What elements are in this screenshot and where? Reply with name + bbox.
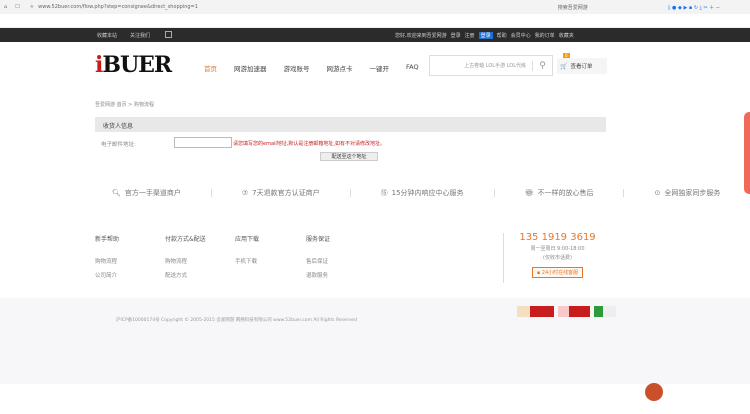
cart-badge: 0: [563, 53, 570, 58]
extension-icons[interactable]: ▯ ● ◆ ▶ ▪ ↻ ⤓ ✂ ＋ −: [668, 4, 720, 11]
copyright: 沪ICP备10000174号 Copyright © 2005-2015 吾爱网…: [116, 318, 357, 323]
logo[interactable]: iBUER: [95, 52, 172, 78]
divider: [503, 233, 504, 283]
service-hours: 周一至周日 9:00-18:00: [530, 246, 585, 252]
tab-strip: [0, 14, 750, 28]
submit-address-button[interactable]: 配送至这个地址: [320, 152, 378, 161]
fifteen-min-icon: ⑮: [380, 189, 388, 197]
favorites-link[interactable]: 收藏夹: [559, 32, 574, 39]
footer-link[interactable]: 手机下载: [235, 257, 306, 265]
orders-link[interactable]: 我的订单: [535, 32, 555, 39]
browser-search[interactable]: 搜索吾爱网游: [558, 4, 588, 11]
search-box[interactable]: 上古卷轴 LOL手游 LOL代练 ⚲: [429, 55, 553, 76]
bookmark-link[interactable]: 收藏本站: [97, 32, 117, 39]
cart-button[interactable]: 🛒 查看订单 0: [557, 53, 607, 74]
divider: [623, 189, 625, 197]
footer-column: 应用下载 手机下载: [235, 234, 306, 279]
contact-box: 135 1919 3619 周一至周日 9:00-18:00 (仅收市话费) ▪…: [510, 232, 605, 278]
online-chat-button[interactable]: ▪ 24小时在线客服: [531, 267, 584, 278]
address-bar[interactable]: www.52buer.com/flow.php?step=consignee&d…: [38, 4, 198, 10]
email-hint: 请您填写您的email地址,默认是注册邮箱地址,如有不对请修改地址。: [233, 141, 385, 147]
divider: [349, 189, 351, 197]
breadcrumb: 吾爱网游 首页 > 购物流程: [95, 102, 154, 108]
section-title: 收货人信息: [95, 117, 606, 132]
email-input[interactable]: [174, 137, 232, 148]
nav-faq[interactable]: FAQ: [406, 63, 419, 73]
feature-item: 🎁︎ 不一样的放心售后: [524, 189, 594, 197]
footer-column: 服务保证 售后保证 退款服务: [306, 234, 376, 279]
home-icon[interactable]: ⌂: [4, 4, 7, 10]
welcome-text: 您好,欢迎来到吾爱网游: [395, 33, 447, 39]
footer-link[interactable]: 购物流程: [165, 257, 235, 265]
feature-item: ⊙ 全网独家同步服务: [654, 189, 721, 197]
browser-toolbar: ⌂ ☐ ★ www.52buer.com/flow.php?step=consi…: [0, 0, 750, 14]
seven-day-icon: ⑦: [241, 189, 249, 197]
trust-badge-icon[interactable]: [558, 306, 590, 317]
feature-item: ⑮ 15分钟内响应中心服务: [380, 189, 464, 197]
divider: [210, 189, 212, 197]
nav-accelerator[interactable]: 网游加速器: [234, 63, 267, 73]
star-icon[interactable]: ★: [30, 4, 34, 10]
email-label: 电子邮件地址:: [101, 142, 136, 148]
tab-icon[interactable]: ☐: [15, 4, 19, 10]
search-input[interactable]: 上古卷轴 LOL手游 LOL代练: [430, 62, 532, 69]
search-icon: 🔍︎: [112, 189, 121, 197]
footer-link[interactable]: 售后保证: [306, 257, 376, 265]
qrcode-icon[interactable]: [165, 31, 172, 38]
nav-one-key[interactable]: 一键开: [370, 63, 390, 73]
footer-link[interactable]: 购物流程: [95, 257, 165, 265]
nav-accounts[interactable]: 游戏账号: [284, 63, 310, 73]
help-link[interactable]: 帮助: [497, 32, 507, 39]
location-icon: ⊙: [654, 189, 661, 197]
phone-number: 135 1919 3619: [519, 232, 596, 243]
gift-icon: 🎁︎: [524, 189, 534, 197]
nav-home[interactable]: 首页: [204, 63, 217, 73]
floating-sidebar[interactable]: [744, 112, 750, 194]
certification-badges: [517, 306, 616, 317]
view-orders-link[interactable]: 查看订单: [570, 62, 592, 70]
nav-cards[interactable]: 网游点卡: [327, 63, 353, 73]
footer-band: 沪ICP备10000174号 Copyright © 2005-2015 吾爱网…: [0, 298, 750, 384]
search-icon[interactable]: ⚲: [532, 60, 552, 71]
trust-badge-icon[interactable]: [594, 306, 616, 317]
service-note: (仅收市话费): [543, 255, 572, 261]
divider: [493, 189, 495, 197]
trust-badge-icon[interactable]: [517, 306, 554, 317]
feature-item: 🔍︎ 官方一手渠道商户: [112, 189, 181, 197]
login-link[interactable]: 登录: [451, 32, 461, 39]
member-link[interactable]: 会员中心: [511, 32, 531, 39]
footer-column: 付款方式&配送 购物流程 配送方式: [165, 234, 235, 279]
qq-login-button[interactable]: 登录: [478, 32, 493, 39]
cart-icon: 🛒: [560, 62, 568, 70]
feature-item: ⑦ 7天退款官方认证商户: [241, 189, 320, 197]
top-bar: 收藏本站 关注我们 您好,欢迎来到吾爱网游 登录 注册 登录 帮助 会员中心 我…: [0, 28, 750, 42]
footer-column: 新手帮助 购物流程 公司简介: [95, 234, 165, 279]
register-link[interactable]: 注册: [465, 32, 475, 39]
footer-link[interactable]: 公司简介: [95, 271, 165, 279]
footer-link[interactable]: 配送方式: [165, 271, 235, 279]
follow-link[interactable]: 关注我们: [130, 32, 150, 39]
chat-avatar-icon[interactable]: [645, 383, 663, 401]
footer-link[interactable]: 退款服务: [306, 271, 376, 279]
